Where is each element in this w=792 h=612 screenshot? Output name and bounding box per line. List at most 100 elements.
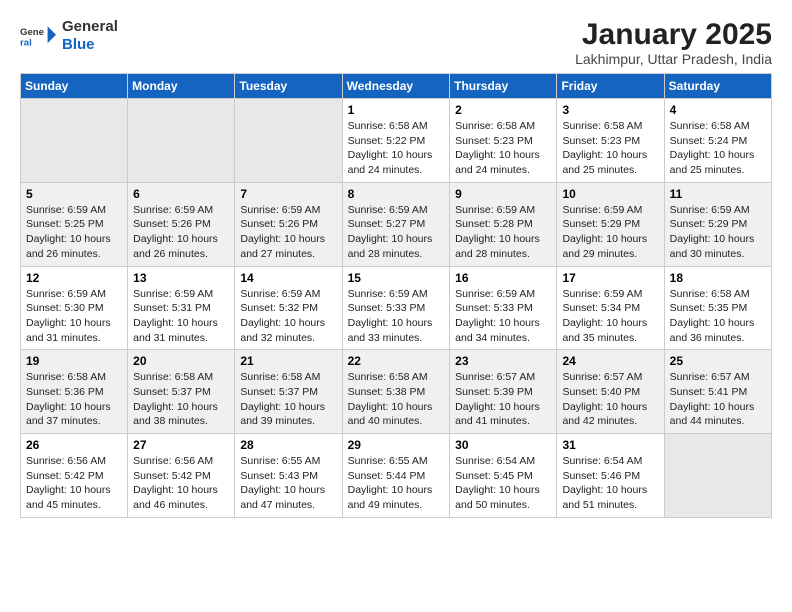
day-number: 18 bbox=[670, 271, 766, 285]
day-number: 15 bbox=[348, 271, 445, 285]
day-info: Sunrise: 6:58 AM Sunset: 5:23 PM Dayligh… bbox=[562, 119, 658, 178]
day-number: 23 bbox=[455, 354, 551, 368]
day-number: 5 bbox=[26, 187, 122, 201]
day-info: Sunrise: 6:59 AM Sunset: 5:29 PM Dayligh… bbox=[562, 203, 658, 262]
day-info: Sunrise: 6:58 AM Sunset: 5:36 PM Dayligh… bbox=[26, 370, 122, 429]
day-number: 10 bbox=[562, 187, 658, 201]
day-info: Sunrise: 6:54 AM Sunset: 5:45 PM Dayligh… bbox=[455, 454, 551, 513]
col-tuesday: Tuesday bbox=[235, 74, 342, 99]
week-row-1: 1 Sunrise: 6:58 AM Sunset: 5:22 PM Daylig… bbox=[21, 99, 772, 183]
day-number: 24 bbox=[562, 354, 658, 368]
day-info: Sunrise: 6:59 AM Sunset: 5:29 PM Dayligh… bbox=[670, 203, 766, 262]
day-number: 19 bbox=[26, 354, 122, 368]
day-info: Sunrise: 6:58 AM Sunset: 5:37 PM Dayligh… bbox=[133, 370, 229, 429]
col-thursday: Thursday bbox=[450, 74, 557, 99]
day-info: Sunrise: 6:59 AM Sunset: 5:30 PM Dayligh… bbox=[26, 287, 122, 346]
table-cell: 14 Sunrise: 6:59 AM Sunset: 5:32 PM Dayli… bbox=[235, 266, 342, 350]
table-cell: 27Sunrise: 6:56 AM Sunset: 5:42 PM Dayli… bbox=[128, 434, 235, 518]
day-info: Sunrise: 6:58 AM Sunset: 5:37 PM Dayligh… bbox=[240, 370, 336, 429]
logo-general: General bbox=[62, 18, 118, 35]
calendar-table: Sunday Monday Tuesday Wednesday Thursday… bbox=[20, 73, 772, 518]
day-info: Sunrise: 6:58 AM Sunset: 5:22 PM Dayligh… bbox=[348, 119, 445, 178]
table-cell: 11 Sunrise: 6:59 AM Sunset: 5:29 PM Dayli… bbox=[664, 182, 771, 266]
day-number: 9 bbox=[455, 187, 551, 201]
day-info: Sunrise: 6:58 AM Sunset: 5:35 PM Dayligh… bbox=[670, 287, 766, 346]
day-info: Sunrise: 6:59 AM Sunset: 5:26 PM Dayligh… bbox=[133, 203, 229, 262]
table-cell: 20 Sunrise: 6:58 AM Sunset: 5:37 PM Dayli… bbox=[128, 350, 235, 434]
day-number: 17 bbox=[562, 271, 658, 285]
page-container: Gene ral General Blue January 2025 Lakhi… bbox=[0, 0, 792, 532]
day-number: 12 bbox=[26, 271, 122, 285]
day-info: Sunrise: 6:55 AM Sunset: 5:43 PM Dayligh… bbox=[240, 454, 336, 513]
day-info: Sunrise: 6:56 AM Sunset: 5:42 PM Dayligh… bbox=[26, 454, 122, 513]
table-cell: 31 Sunrise: 6:54 AM Sunset: 5:46 PM Dayli… bbox=[557, 434, 664, 518]
day-number: 6 bbox=[133, 187, 229, 201]
day-number: 1 bbox=[348, 103, 445, 117]
day-info: Sunrise: 6:59 AM Sunset: 5:34 PM Dayligh… bbox=[562, 287, 658, 346]
day-number: 8 bbox=[348, 187, 445, 201]
day-number: 29 bbox=[348, 438, 445, 452]
table-cell bbox=[128, 99, 235, 183]
col-friday: Friday bbox=[557, 74, 664, 99]
day-info: Sunrise: 6:59 AM Sunset: 5:33 PM Dayligh… bbox=[348, 287, 445, 346]
day-info: Sunrise: 6:58 AM Sunset: 5:24 PM Dayligh… bbox=[670, 119, 766, 178]
day-number: 3 bbox=[562, 103, 658, 117]
table-cell: 10 Sunrise: 6:59 AM Sunset: 5:29 PM Dayli… bbox=[557, 182, 664, 266]
week-row-4: 19 Sunrise: 6:58 AM Sunset: 5:36 PM Dayli… bbox=[21, 350, 772, 434]
table-cell bbox=[664, 434, 771, 518]
table-cell: 15 Sunrise: 6:59 AM Sunset: 5:33 PM Dayli… bbox=[342, 266, 450, 350]
table-cell: 17 Sunrise: 6:59 AM Sunset: 5:34 PM Dayli… bbox=[557, 266, 664, 350]
table-cell: 18 Sunrise: 6:58 AM Sunset: 5:35 PM Dayli… bbox=[664, 266, 771, 350]
table-cell: 19 Sunrise: 6:58 AM Sunset: 5:36 PM Dayli… bbox=[21, 350, 128, 434]
logo-svg: Gene ral bbox=[20, 18, 56, 54]
day-info: Sunrise: 6:58 AM Sunset: 5:23 PM Dayligh… bbox=[455, 119, 551, 178]
table-cell: 1 Sunrise: 6:58 AM Sunset: 5:22 PM Daylig… bbox=[342, 99, 450, 183]
day-info: Sunrise: 6:59 AM Sunset: 5:26 PM Dayligh… bbox=[240, 203, 336, 262]
day-number: 13 bbox=[133, 271, 229, 285]
table-cell: 26 Sunrise: 6:56 AM Sunset: 5:42 PM Dayli… bbox=[21, 434, 128, 518]
table-cell: 7Sunrise: 6:59 AM Sunset: 5:26 PM Daylig… bbox=[235, 182, 342, 266]
table-cell: 13Sunrise: 6:59 AM Sunset: 5:31 PM Dayli… bbox=[128, 266, 235, 350]
table-cell: 24Sunrise: 6:57 AM Sunset: 5:40 PM Dayli… bbox=[557, 350, 664, 434]
day-info: Sunrise: 6:58 AM Sunset: 5:38 PM Dayligh… bbox=[348, 370, 445, 429]
day-number: 2 bbox=[455, 103, 551, 117]
day-info: Sunrise: 6:59 AM Sunset: 5:27 PM Dayligh… bbox=[348, 203, 445, 262]
col-sunday: Sunday bbox=[21, 74, 128, 99]
table-cell: 3 Sunrise: 6:58 AM Sunset: 5:23 PM Daylig… bbox=[557, 99, 664, 183]
header-row: Sunday Monday Tuesday Wednesday Thursday… bbox=[21, 74, 772, 99]
svg-text:ral: ral bbox=[20, 38, 32, 49]
col-saturday: Saturday bbox=[664, 74, 771, 99]
day-number: 4 bbox=[670, 103, 766, 117]
day-info: Sunrise: 6:54 AM Sunset: 5:46 PM Dayligh… bbox=[562, 454, 658, 513]
table-cell: 2 Sunrise: 6:58 AM Sunset: 5:23 PM Daylig… bbox=[450, 99, 557, 183]
table-cell: 9Sunrise: 6:59 AM Sunset: 5:28 PM Daylig… bbox=[450, 182, 557, 266]
day-number: 22 bbox=[348, 354, 445, 368]
table-cell bbox=[21, 99, 128, 183]
table-cell bbox=[235, 99, 342, 183]
day-number: 14 bbox=[240, 271, 336, 285]
week-row-3: 12 Sunrise: 6:59 AM Sunset: 5:30 PM Dayli… bbox=[21, 266, 772, 350]
day-info: Sunrise: 6:55 AM Sunset: 5:44 PM Dayligh… bbox=[348, 454, 445, 513]
svg-text:Gene: Gene bbox=[20, 27, 44, 38]
col-monday: Monday bbox=[128, 74, 235, 99]
day-number: 26 bbox=[26, 438, 122, 452]
day-info: Sunrise: 6:59 AM Sunset: 5:32 PM Dayligh… bbox=[240, 287, 336, 346]
table-cell: 6 Sunrise: 6:59 AM Sunset: 5:26 PM Daylig… bbox=[128, 182, 235, 266]
day-number: 11 bbox=[670, 187, 766, 201]
day-number: 31 bbox=[562, 438, 658, 452]
day-info: Sunrise: 6:59 AM Sunset: 5:33 PM Dayligh… bbox=[455, 287, 551, 346]
day-info: Sunrise: 6:57 AM Sunset: 5:39 PM Dayligh… bbox=[455, 370, 551, 429]
day-number: 20 bbox=[133, 354, 229, 368]
title-block: January 2025 Lakhimpur, Uttar Pradesh, I… bbox=[575, 18, 772, 67]
day-number: 27 bbox=[133, 438, 229, 452]
day-number: 21 bbox=[240, 354, 336, 368]
day-number: 30 bbox=[455, 438, 551, 452]
table-cell: 8 Sunrise: 6:59 AM Sunset: 5:27 PM Daylig… bbox=[342, 182, 450, 266]
day-number: 25 bbox=[670, 354, 766, 368]
table-cell: 16Sunrise: 6:59 AM Sunset: 5:33 PM Dayli… bbox=[450, 266, 557, 350]
table-cell: 23 Sunrise: 6:57 AM Sunset: 5:39 PM Dayli… bbox=[450, 350, 557, 434]
logo-blue: Blue bbox=[62, 36, 95, 53]
table-cell: 30 Sunrise: 6:54 AM Sunset: 5:45 PM Dayli… bbox=[450, 434, 557, 518]
day-info: Sunrise: 6:59 AM Sunset: 5:25 PM Dayligh… bbox=[26, 203, 122, 262]
table-cell: 5 Sunrise: 6:59 AM Sunset: 5:25 PM Daylig… bbox=[21, 182, 128, 266]
